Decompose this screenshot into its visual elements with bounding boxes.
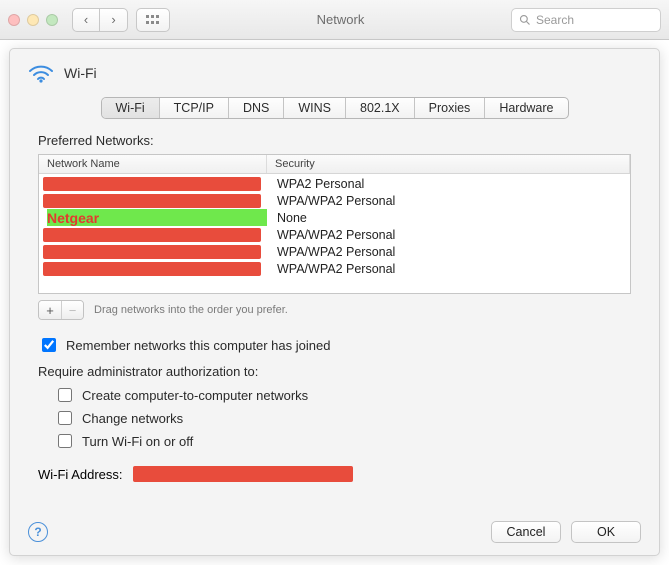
admin-opt-row[interactable]: Change networks [54,408,631,428]
search-input[interactable]: Search [511,8,661,32]
remove-network-button[interactable]: − [61,301,83,319]
admin-opt-label: Turn Wi-Fi on or off [82,434,193,449]
back-button[interactable]: ‹ [72,8,100,32]
network-name-redacted [43,194,261,208]
minimize-window-icon[interactable] [27,14,39,26]
admin-opt-checkbox[interactable] [58,434,72,448]
tab-hardware[interactable]: Hardware [485,98,567,118]
ok-button[interactable]: OK [571,521,641,543]
window-toolbar: ‹ › Network Search [0,0,669,40]
window-controls [8,14,58,26]
remember-networks-row[interactable]: Remember networks this computer has join… [38,335,631,355]
admin-opt-label: Create computer-to-computer networks [82,388,308,403]
network-row[interactable]: WPA/WPA2 Personal [39,260,630,277]
cancel-button[interactable]: Cancel [491,521,561,543]
network-security: WPA2 Personal [267,177,364,191]
network-name-redacted [43,262,261,276]
network-row[interactable]: WPA/WPA2 Personal [39,226,630,243]
network-name: Netgear [47,209,267,226]
tab-dns[interactable]: DNS [229,98,284,118]
preferred-networks-list[interactable]: Network Name Security WPA2 Personal WPA/W… [38,154,631,294]
network-security: WPA/WPA2 Personal [267,194,395,208]
window-title: Network [178,12,503,27]
network-row[interactable]: WPA/WPA2 Personal [39,243,630,260]
wifi-address-label: Wi-Fi Address: [38,467,123,482]
network-row[interactable]: WPA/WPA2 Personal [39,192,630,209]
show-all-button[interactable] [136,8,170,32]
add-remove-stepper: + − [38,300,84,320]
admin-auth-label: Require administrator authorization to: [38,364,631,379]
list-header: Network Name Security [39,155,630,174]
network-name-redacted [43,245,261,259]
forward-button[interactable]: › [100,8,128,32]
column-network-name[interactable]: Network Name [39,155,267,173]
search-placeholder: Search [536,13,574,27]
add-network-button[interactable]: + [39,301,61,319]
remember-networks-label: Remember networks this computer has join… [66,338,330,353]
preferred-networks-label: Preferred Networks: [38,133,641,148]
wifi-icon [28,63,54,83]
network-row[interactable]: WPA2 Personal [39,175,630,192]
page-title: Wi-Fi [64,65,97,81]
network-security: WPA/WPA2 Personal [267,245,395,259]
network-row[interactable]: NetgearNone [39,209,630,226]
tab-proxies[interactable]: Proxies [415,98,486,118]
tab-wifi[interactable]: Wi-Fi [102,98,160,118]
advanced-wifi-sheet: Wi-Fi Wi-FiTCP/IPDNSWINS802.1XProxiesHar… [9,48,660,556]
zoom-window-icon[interactable] [46,14,58,26]
tab-8021x[interactable]: 802.1X [346,98,415,118]
network-name-redacted [43,228,261,242]
admin-opt-row[interactable]: Create computer-to-computer networks [54,385,631,405]
wifi-address-value-redacted [133,466,353,482]
admin-opt-row[interactable]: Turn Wi-Fi on or off [54,431,631,451]
admin-opt-checkbox[interactable] [58,388,72,402]
network-security: None [267,211,307,225]
close-window-icon[interactable] [8,14,20,26]
tab-wins[interactable]: WINS [284,98,346,118]
network-security: WPA/WPA2 Personal [267,262,395,276]
tab-tcpip[interactable]: TCP/IP [160,98,229,118]
search-icon [519,14,531,26]
column-security[interactable]: Security [267,155,630,173]
network-security: WPA/WPA2 Personal [267,228,395,242]
help-button[interactable]: ? [28,522,48,542]
drag-hint: Drag networks into the order you prefer. [94,304,288,316]
tab-bar: Wi-FiTCP/IPDNSWINS802.1XProxiesHardware [101,97,569,119]
admin-opt-checkbox[interactable] [58,411,72,425]
admin-opt-label: Change networks [82,411,183,426]
network-name-redacted [43,177,261,191]
remember-networks-checkbox[interactable] [42,338,56,352]
